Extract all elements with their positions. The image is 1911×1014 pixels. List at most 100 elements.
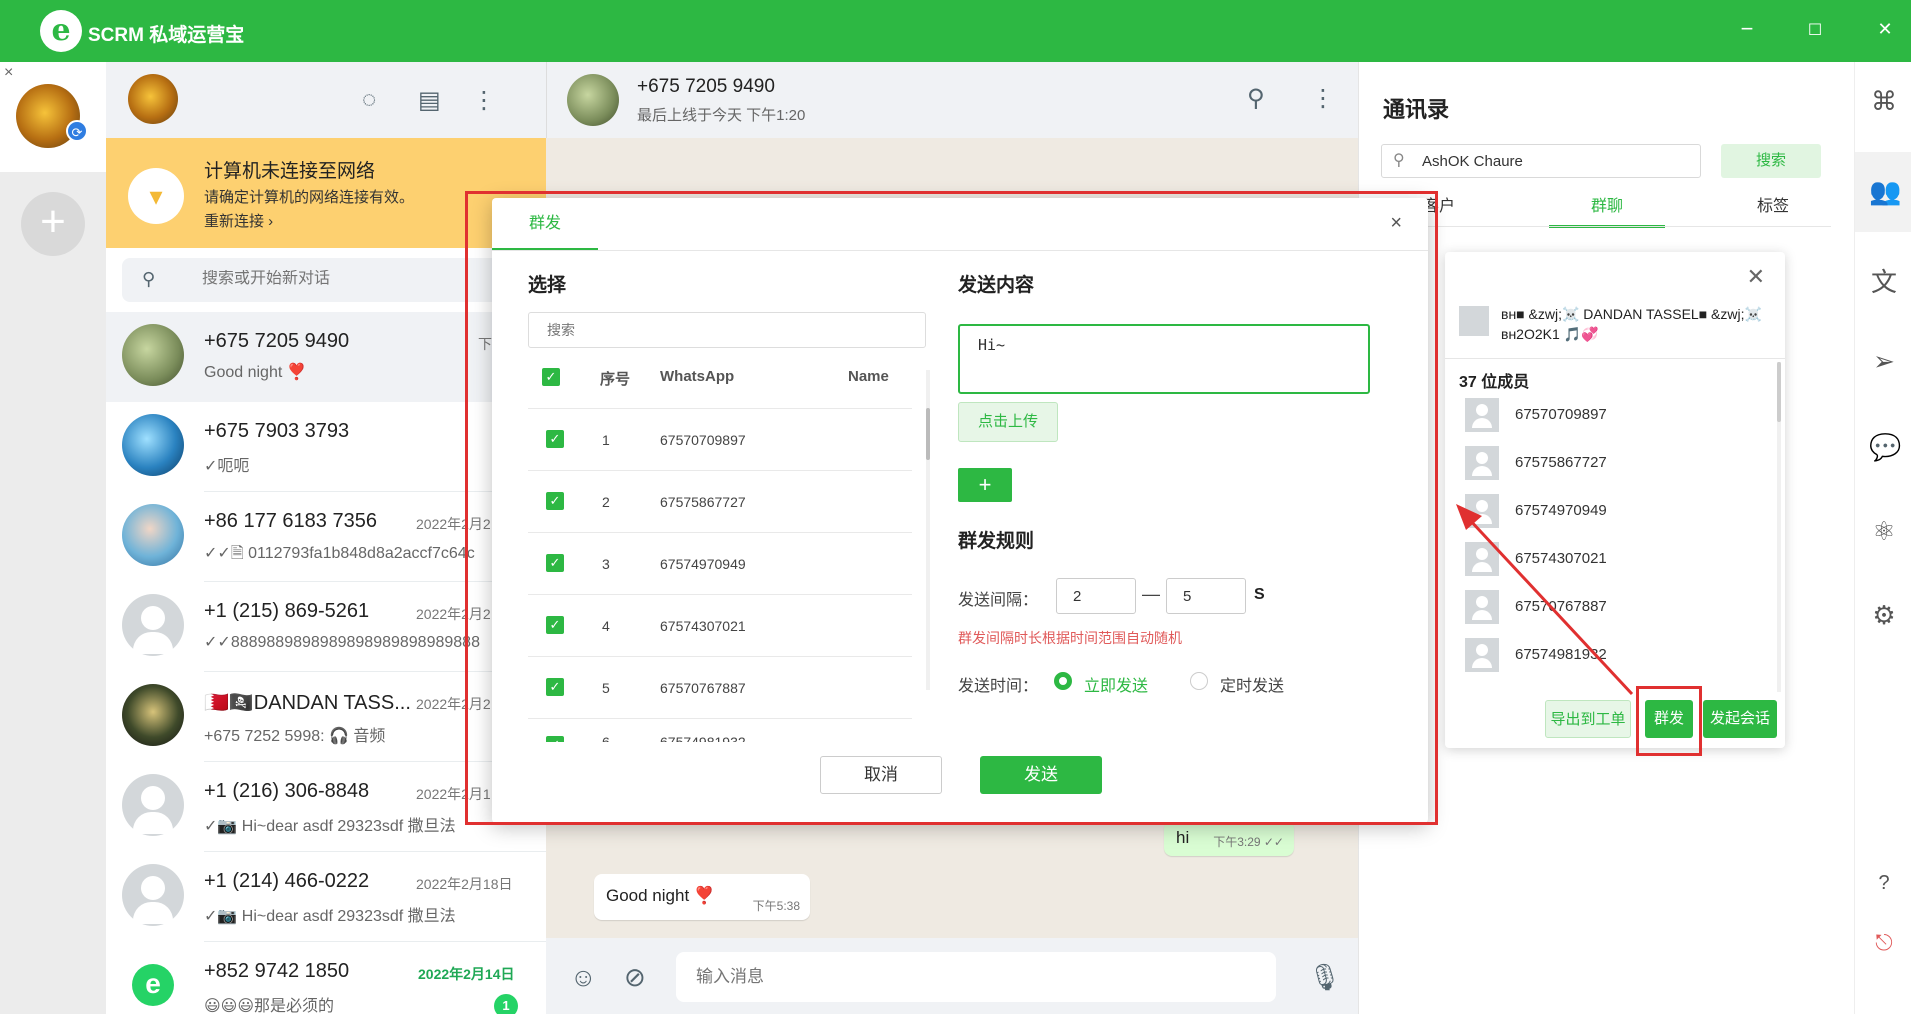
- interval-label: 发送间隔：: [958, 592, 1039, 609]
- user-avatar-icon: [1465, 638, 1499, 672]
- close-window-button[interactable]: ✕: [1870, 19, 1900, 40]
- banner-title: 计算机未连接至网络: [204, 161, 376, 182]
- member-number: 67574970949: [1515, 502, 1607, 519]
- contacts-icon[interactable]: 👥: [1869, 176, 1901, 207]
- export-button[interactable]: 导出到工单: [1545, 700, 1631, 738]
- row-checkbox[interactable]: ✓: [546, 678, 564, 696]
- row-checkbox[interactable]: ✓: [546, 430, 564, 448]
- status-icon[interactable]: ◌: [362, 86, 376, 114]
- send-time-label: 发送时间：: [958, 678, 1039, 695]
- chat-list-item[interactable]: e +852 9742 1850 2022年2月14日 😃😃😃那是必须的 1: [106, 942, 546, 1014]
- translate-icon[interactable]: 文: [1869, 262, 1899, 299]
- chat-time: 2022年2月2: [416, 516, 491, 532]
- settings-icon[interactable]: ⚙: [1869, 600, 1899, 631]
- contacts-search-input[interactable]: [1381, 144, 1701, 178]
- divider: [528, 408, 912, 409]
- chat-list-item[interactable]: +86 177 6183 7356 2022年2月2 ✓✓🗎 0112793fa…: [106, 492, 546, 582]
- chat-list-item[interactable]: +1 (216) 306-8848 2022年2月1 ✓📷 Hi~dear as…: [106, 762, 546, 852]
- logout-icon[interactable]: ⎋: [1869, 930, 1899, 956]
- send-button[interactable]: 发送: [980, 756, 1102, 794]
- row-checkbox[interactable]: ✓: [546, 736, 564, 742]
- interval-min-input[interactable]: [1056, 578, 1136, 614]
- scrollbar-thumb[interactable]: [1777, 362, 1781, 422]
- recipient-search-input[interactable]: [528, 312, 926, 348]
- reconnect-link[interactable]: 重新连接 ›: [204, 210, 273, 231]
- emoji-icon[interactable]: ☺: [570, 962, 597, 993]
- select-all-checkbox[interactable]: ✓: [542, 368, 560, 386]
- chat-list-item[interactable]: +1 (214) 466-0222 2022年2月18日 ✓📷 Hi~dear …: [106, 852, 546, 942]
- chat-list-panel: ◌ ▤ ⋮ ▾ 计算机未连接至网络 请确定计算机的网络连接有效。 重新连接 › …: [106, 62, 546, 1014]
- chat-preview: ✓✓🗎 0112793fa1b848d8a2accf7c64c: [204, 545, 475, 562]
- member-number: 67570709897: [1515, 406, 1607, 423]
- conversation-name[interactable]: +675 7205 9490: [637, 76, 775, 98]
- rules-title: 群发规则: [958, 531, 1035, 552]
- chat-bubble-icon[interactable]: 💬: [1869, 432, 1901, 463]
- chat-preview: ✓✓8889889898989898989898989888: [204, 634, 480, 651]
- chat-list-item[interactable]: 🇧🇭🏴‍☠️DANDAN TASS... 2022年2月2 +675 7252 …: [106, 672, 546, 762]
- start-chat-button[interactable]: 发起会话: [1703, 700, 1777, 738]
- close-account-icon[interactable]: ×: [4, 64, 13, 82]
- menu-icon[interactable]: ⋮: [472, 86, 496, 115]
- member-item[interactable]: 67574307021: [1465, 538, 1755, 578]
- search-icon[interactable]: ⚲: [1247, 84, 1265, 113]
- send-scheduled-radio[interactable]: [1190, 672, 1208, 690]
- menu-icon[interactable]: ⋮: [1311, 84, 1335, 113]
- scrollbar-thumb[interactable]: [926, 408, 930, 460]
- tab-labels[interactable]: 标签: [1715, 192, 1831, 228]
- my-avatar[interactable]: [128, 74, 178, 124]
- member-item[interactable]: 67570709897: [1465, 394, 1755, 434]
- contact-avatar[interactable]: [567, 74, 619, 126]
- row-no: 1: [602, 432, 610, 448]
- member-item[interactable]: 67570767887: [1465, 586, 1755, 626]
- minimize-button[interactable]: −: [1732, 16, 1762, 42]
- help-icon[interactable]: ?: [1869, 872, 1899, 895]
- row-checkbox[interactable]: ✓: [546, 554, 564, 572]
- cancel-button[interactable]: 取消: [820, 756, 942, 794]
- member-item[interactable]: 67575867727: [1465, 442, 1755, 482]
- interval-max-input[interactable]: [1166, 578, 1246, 614]
- send-icon[interactable]: ➢: [1869, 346, 1899, 377]
- tab-groups[interactable]: 群聊: [1549, 192, 1665, 228]
- user-avatar-icon: [1465, 446, 1499, 480]
- account-item[interactable]: × ⟳: [0, 62, 106, 172]
- row-no: 2: [602, 494, 610, 510]
- close-icon[interactable]: ✕: [1747, 264, 1765, 290]
- row-checkbox[interactable]: ✓: [546, 492, 564, 510]
- send-now-radio[interactable]: [1054, 672, 1072, 690]
- member-item[interactable]: 67574981932: [1465, 634, 1755, 674]
- upload-button[interactable]: 点击上传: [958, 402, 1058, 442]
- send-now-label[interactable]: 立即发送: [1084, 672, 1148, 696]
- tab-broadcast[interactable]: 群发: [492, 198, 598, 250]
- attach-icon[interactable]: ⊘: [624, 962, 646, 993]
- member-number: 67574307021: [1515, 550, 1607, 567]
- message-input[interactable]: [676, 952, 1276, 1002]
- microphone-icon[interactable]: 🎙: [1308, 962, 1341, 993]
- row-checkbox[interactable]: ✓: [546, 616, 564, 634]
- chat-list-item[interactable]: +675 7903 3793 ✓呃呃: [106, 402, 546, 492]
- add-content-button[interactable]: +: [958, 468, 1012, 502]
- group-avatar: [122, 684, 184, 746]
- contacts-search-button[interactable]: 搜索: [1721, 144, 1821, 178]
- member-item[interactable]: 67574970949: [1465, 490, 1755, 530]
- group-name: ʙʜ■ &zwj;☠️ DANDAN TASSEL■ &zwj;☠️ ʙʜ2O2…: [1501, 306, 1762, 342]
- chat-search-input[interactable]: [202, 270, 502, 288]
- outgoing-message: hi 下午3:29 ✓✓: [1164, 820, 1294, 856]
- chat-list-item[interactable]: +1 (215) 869-5261 2022年2月2 ✓✓88898898989…: [106, 582, 546, 672]
- broadcast-button[interactable]: 群发: [1645, 700, 1693, 738]
- close-icon[interactable]: ×: [1390, 212, 1402, 235]
- send-scheduled-label[interactable]: 定时发送: [1220, 672, 1284, 696]
- chat-preview: ✓📷 Hi~dear asdf 29323sdf 撒旦法: [204, 908, 456, 925]
- maximize-button[interactable]: ☐: [1800, 20, 1830, 40]
- add-account-button[interactable]: +: [21, 192, 85, 256]
- sync-icon: ⟳: [66, 120, 88, 142]
- contact-avatar: [122, 414, 184, 476]
- chat-list-item[interactable]: +675 7205 9490 下午1 Good night ❣️: [106, 312, 546, 402]
- apps-icon[interactable]: ⌘: [1869, 86, 1899, 117]
- user-avatar-icon: [1465, 590, 1499, 624]
- chat-list-header: ◌ ▤ ⋮: [106, 62, 546, 138]
- new-chat-icon[interactable]: ▤: [418, 86, 441, 115]
- wifi-off-icon: ▾: [128, 168, 184, 224]
- atom-icon[interactable]: ⚛: [1869, 516, 1899, 547]
- divider: [1445, 358, 1785, 359]
- message-content-textarea[interactable]: Hi~: [958, 324, 1370, 394]
